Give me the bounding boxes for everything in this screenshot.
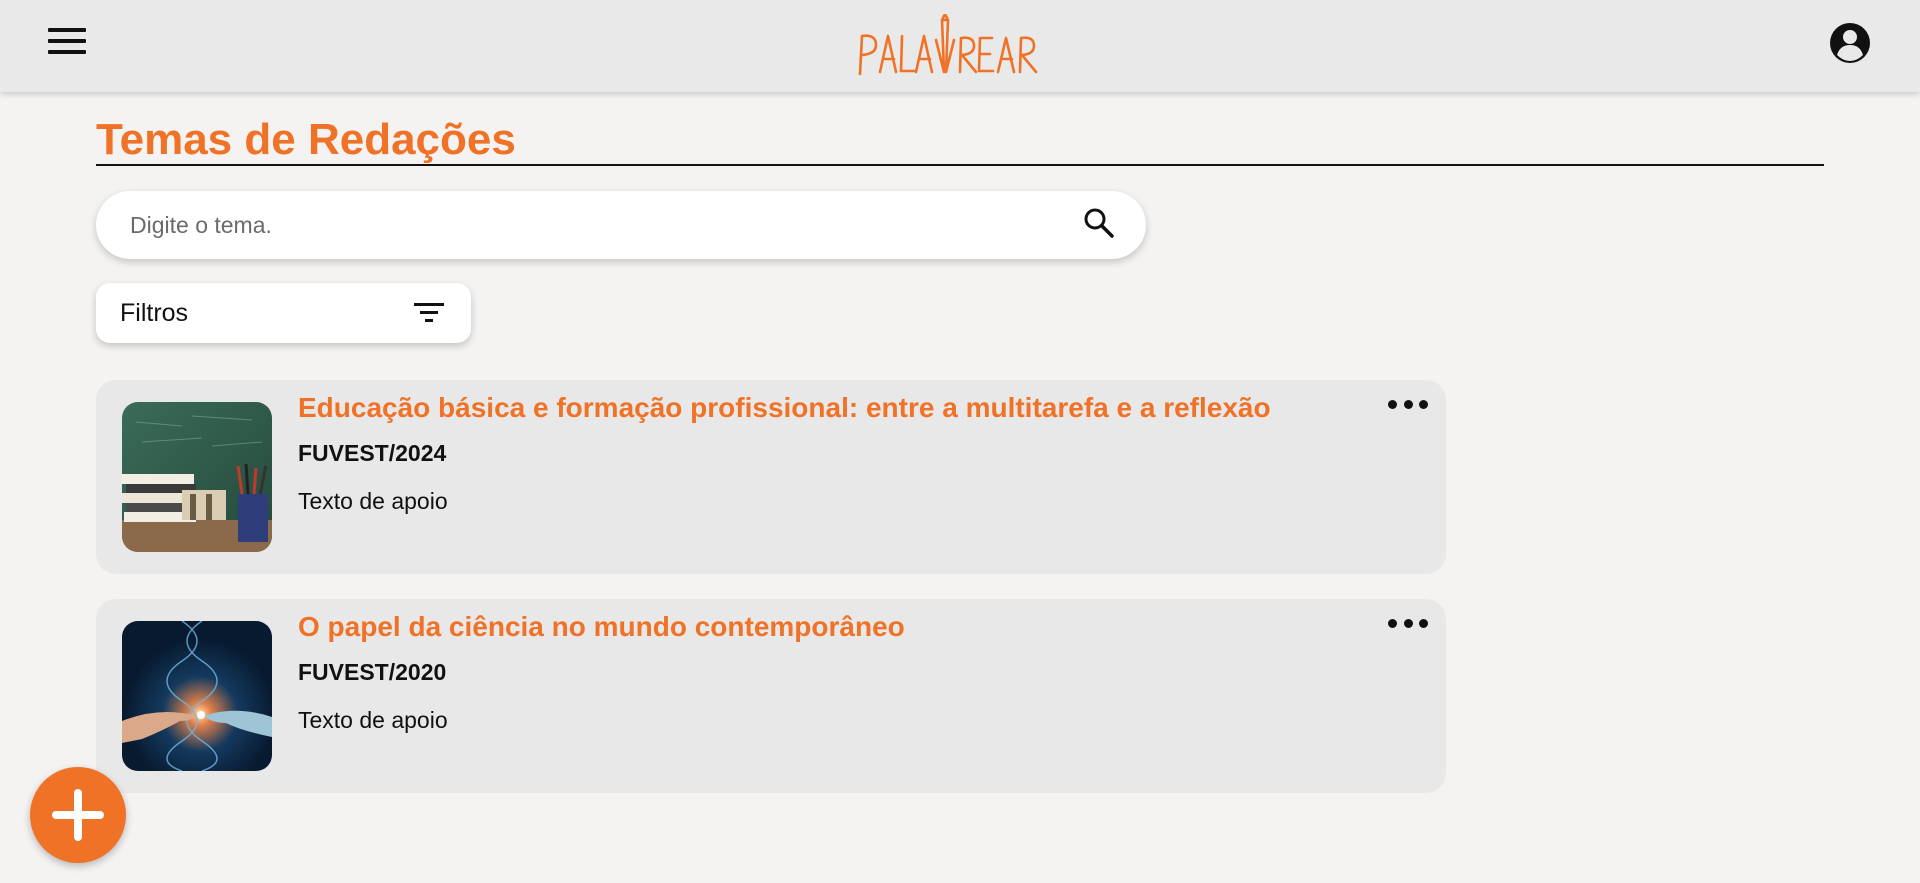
account-circle-icon[interactable] [1829, 22, 1871, 64]
palavrear-logo[interactable] [856, 12, 1066, 80]
search-bar [96, 191, 1146, 259]
theme-source: FUVEST/2020 [298, 659, 447, 685]
filter-list-icon[interactable] [414, 301, 444, 325]
palavrear-logo-image [858, 12, 1038, 76]
page-title: Temas de Redações [96, 115, 516, 164]
theme-card[interactable]: Educação básica e formação profissional:… [96, 380, 1446, 574]
theme-thumbnail [122, 621, 272, 771]
page-title-container: Temas de Redações [96, 114, 1824, 166]
theme-title[interactable]: O papel da ciência no mundo contemporâne… [298, 611, 905, 643]
search-input[interactable] [130, 191, 1030, 259]
more-horizontal-icon[interactable] [1388, 396, 1428, 412]
hamburger-menu-icon[interactable] [48, 28, 88, 60]
theme-card[interactable]: O papel da ciência no mundo contemporâne… [96, 599, 1446, 793]
filters-label: Filtros [120, 299, 189, 327]
theme-source: FUVEST/2024 [298, 440, 447, 466]
more-horizontal-icon[interactable] [1388, 615, 1428, 631]
theme-thumbnail [122, 402, 272, 552]
support-text-link[interactable]: Texto de apoio [298, 707, 448, 734]
top-app-bar [0, 0, 1920, 92]
theme-title[interactable]: Educação básica e formação profissional:… [298, 392, 1271, 424]
search-icon[interactable] [1082, 206, 1116, 240]
add-theme-button[interactable] [30, 767, 126, 863]
support-text-link[interactable]: Texto de apoio [298, 488, 448, 515]
